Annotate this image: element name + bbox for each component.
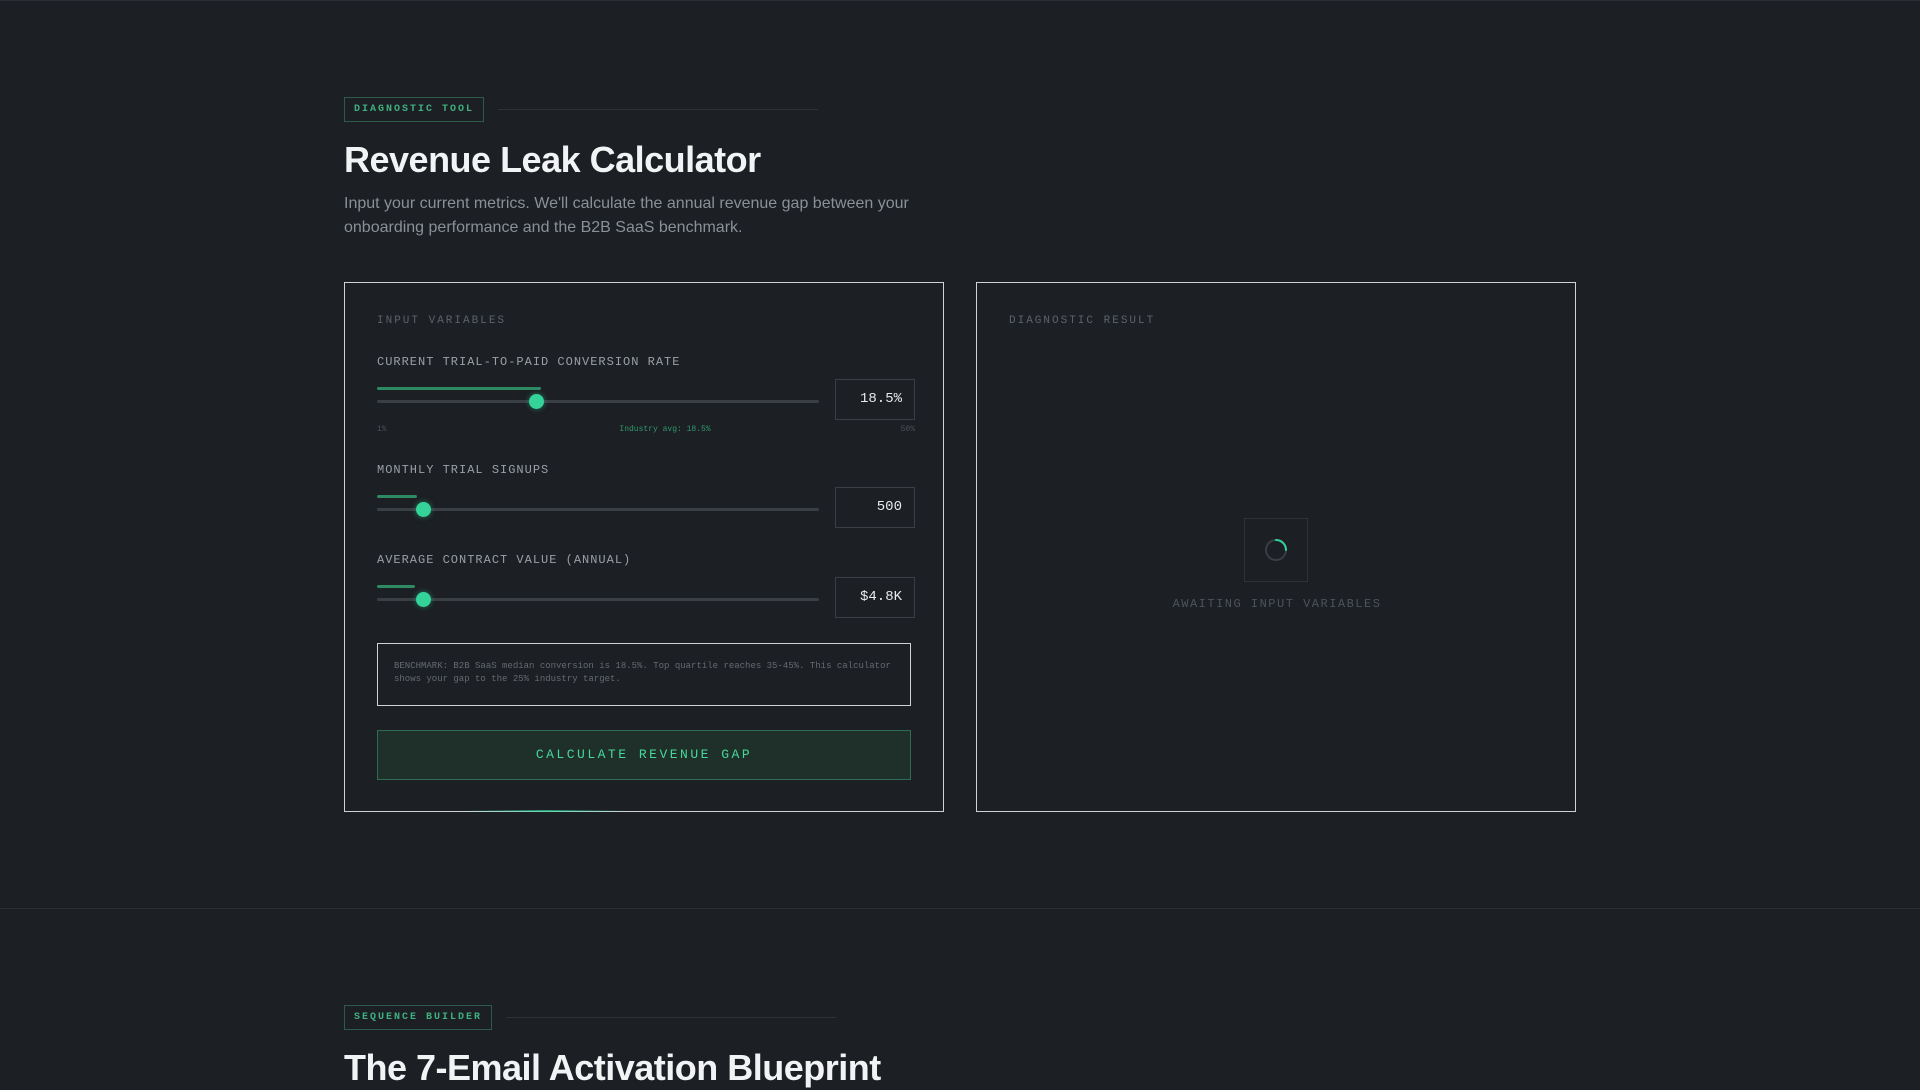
section-divider (0, 908, 1920, 909)
tag-divider-2 (506, 1017, 837, 1018)
input-variables-panel: INPUT VARIABLES CURRENT TRIAL-TO-PAID CO… (344, 282, 944, 812)
top-border (0, 0, 1920, 1)
tag-row: DIAGNOSTIC TOOL (344, 97, 934, 122)
diagnostic-result-panel: DIAGNOSTIC RESULT AWAITING INPUT VARIABL… (976, 282, 1576, 812)
page-description: Input your current metrics. We'll calcul… (344, 195, 909, 236)
section-tag: DIAGNOSTIC TOOL (344, 97, 485, 122)
conversion-min-label: 1% (377, 425, 387, 434)
conversion-rate-input[interactable]: 18.5% (835, 379, 915, 420)
contract-value-slider-track[interactable] (377, 598, 819, 601)
conversion-rate-slider-thumb[interactable] (529, 394, 544, 409)
trial-signups-input[interactable]: 500 (835, 487, 915, 528)
conversion-rate-fill (377, 387, 541, 390)
calculator-header: DIAGNOSTIC TOOL Revenue Leak Calculator … (344, 97, 934, 240)
conversion-max-label: 50% (900, 425, 915, 434)
benchmark-note: BENCHMARK: B2B SaaS median conversion is… (377, 643, 911, 706)
trial-signups-fill (377, 495, 417, 498)
awaiting-input-text: AWAITING INPUT VARIABLES (1172, 597, 1382, 611)
input-panel-label: INPUT VARIABLES (377, 315, 507, 327)
trial-signups-slider-track[interactable] (377, 508, 819, 511)
conversion-rate-slider-track[interactable] (377, 400, 819, 403)
trial-signups-slider-thumb[interactable] (416, 502, 431, 517)
result-panel-label: DIAGNOSTIC RESULT (1009, 315, 1156, 327)
section-2-title: The 7-Email Activation Blueprint (344, 1047, 881, 1088)
loading-spinner (1244, 518, 1308, 582)
section-tag-2: SEQUENCE BUILDER (344, 1005, 493, 1030)
calculate-revenue-gap-button[interactable]: CALCULATE REVENUE GAP (377, 730, 911, 780)
page-title: Revenue Leak Calculator (344, 139, 761, 180)
panel-glow-accent (465, 810, 625, 812)
contract-value-label: AVERAGE CONTRACT VALUE (ANNUAL) (377, 553, 632, 567)
conversion-industry-avg-label: Industry avg: 18.5% (619, 425, 711, 434)
conversion-rate-label: CURRENT TRIAL-TO-PAID CONVERSION RATE (377, 355, 681, 369)
tag-divider (498, 109, 819, 110)
trial-signups-label: MONTHLY TRIAL SIGNUPS (377, 463, 550, 477)
sequence-builder-header: SEQUENCE BUILDER The 7-Email Activation … (344, 1005, 881, 1090)
contract-value-input[interactable]: $4.8K (835, 577, 915, 618)
contract-value-slider-thumb[interactable] (416, 592, 431, 607)
contract-value-fill (377, 585, 415, 588)
spinner-icon (1265, 539, 1287, 561)
tag-row-2: SEQUENCE BUILDER (344, 1005, 881, 1030)
